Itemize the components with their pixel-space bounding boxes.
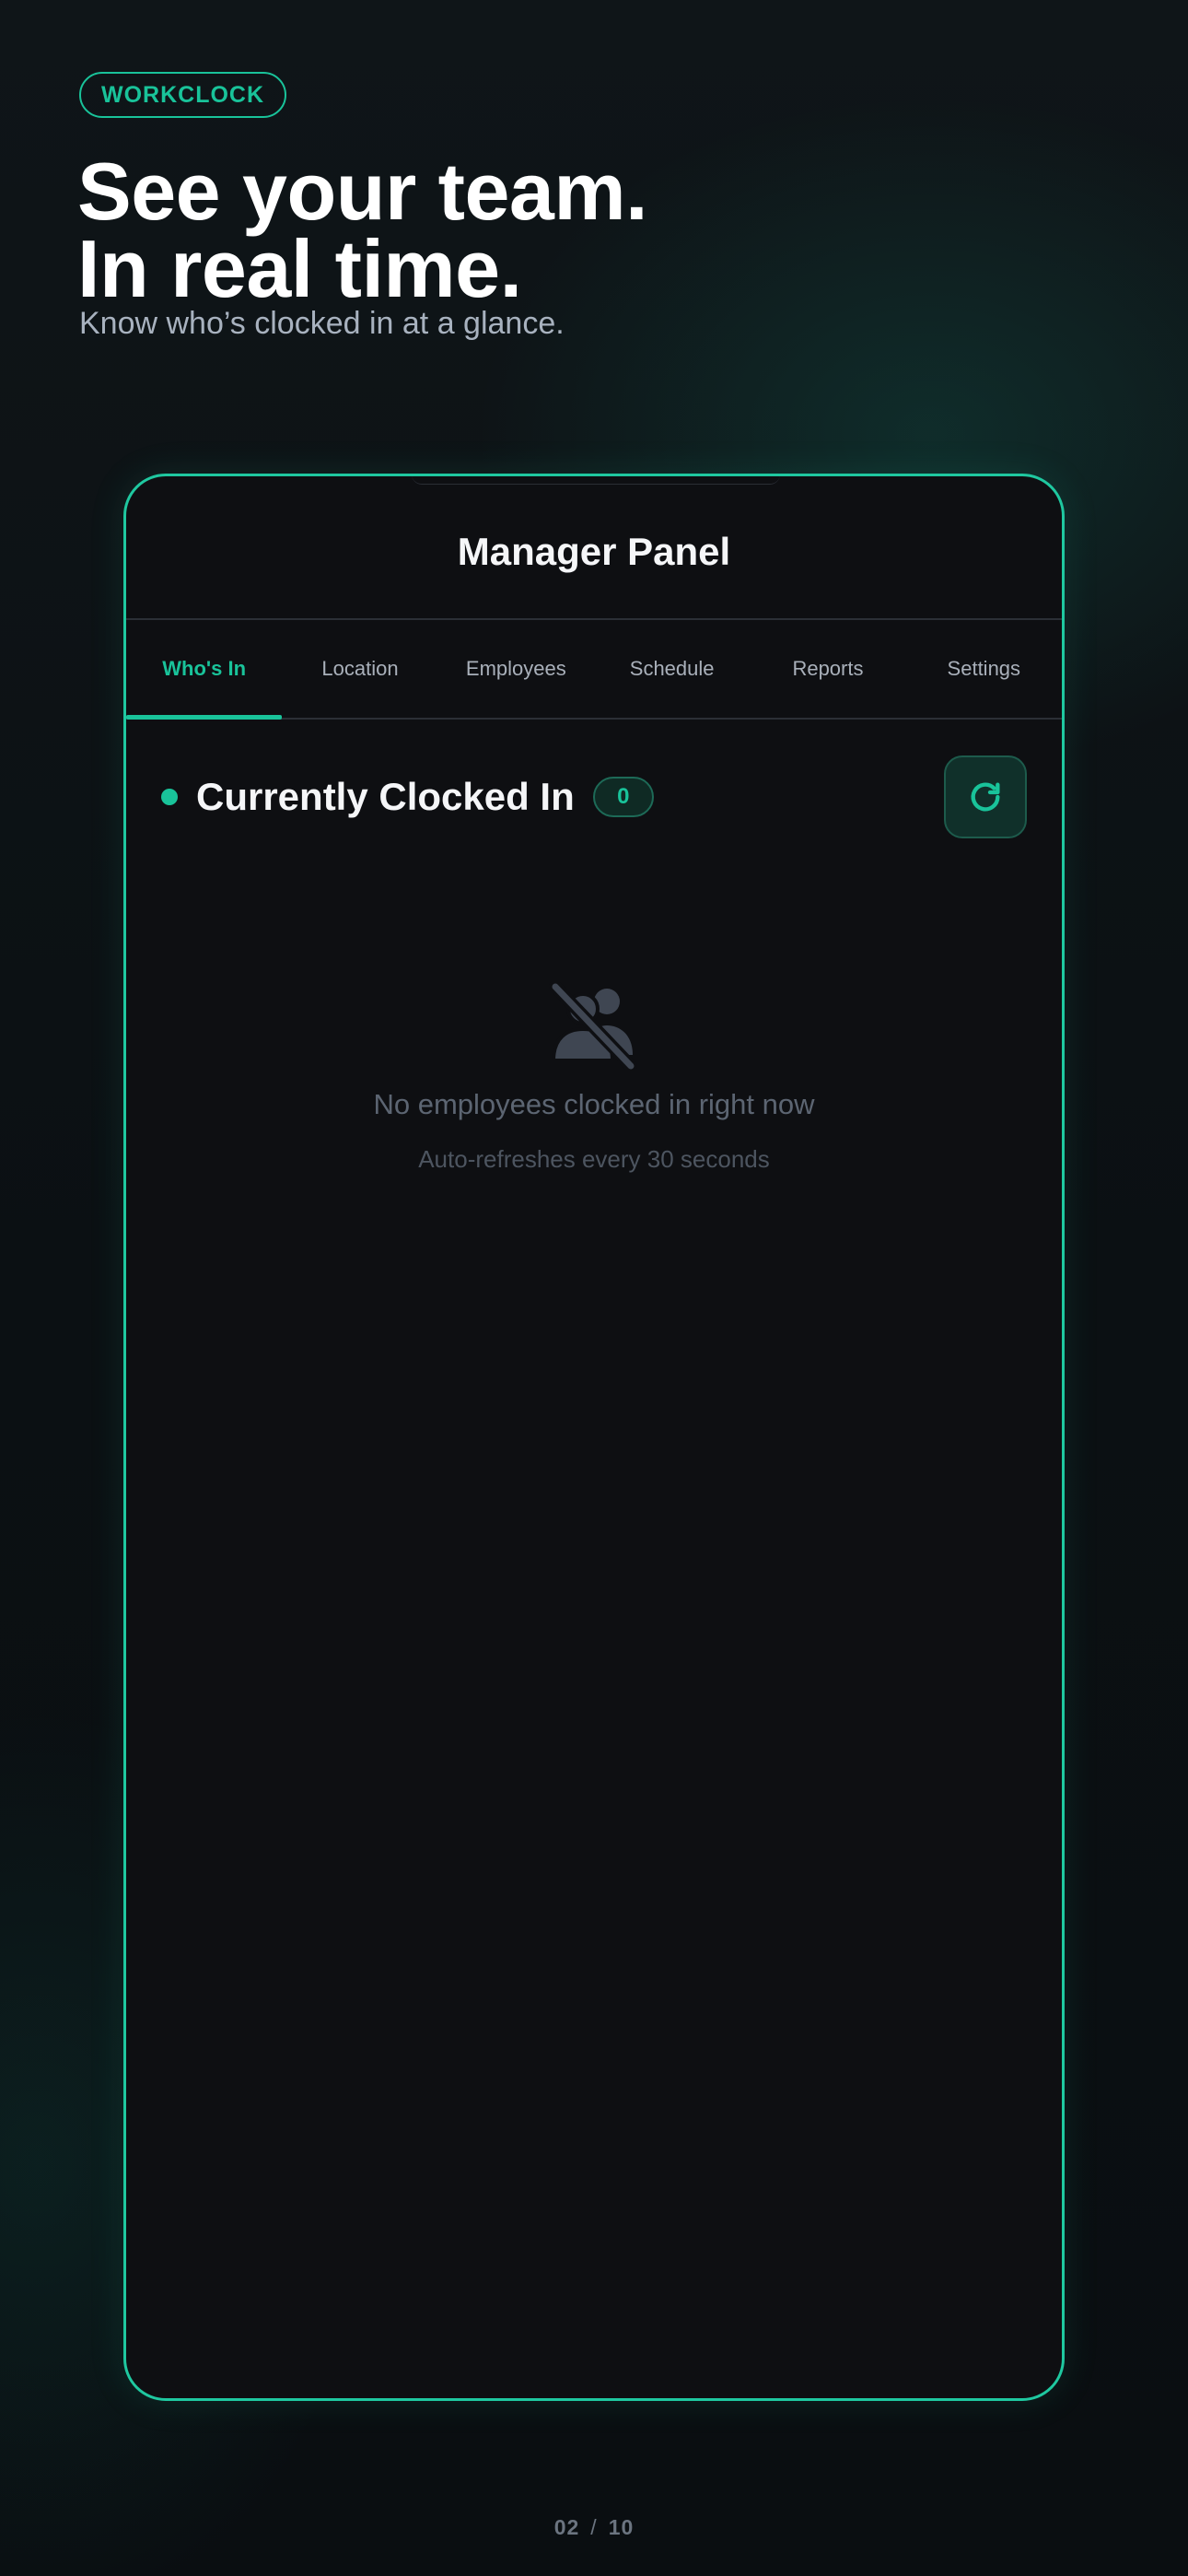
page-indicator: 02 / 10 bbox=[0, 2515, 1188, 2540]
empty-state-subtitle: Auto-refreshes every 30 seconds bbox=[418, 1145, 770, 1173]
users-slash-icon bbox=[549, 981, 637, 1070]
refresh-button[interactable] bbox=[944, 755, 1027, 838]
tab-whos-in[interactable]: Who's In bbox=[126, 620, 283, 720]
section-header: Currently Clocked In 0 bbox=[161, 753, 1027, 841]
hero-headline: See your team. In real time. bbox=[77, 146, 648, 314]
headline-line-2: In real time. bbox=[77, 223, 522, 314]
pager-current: 02 bbox=[553, 2515, 580, 2539]
pager-total: 10 bbox=[608, 2515, 635, 2539]
tab-reports[interactable]: Reports bbox=[750, 620, 905, 718]
phone-frame: Manager Panel Who's In Location Employee… bbox=[123, 474, 1065, 2401]
app-title: Manager Panel bbox=[457, 530, 731, 573]
refresh-icon bbox=[971, 782, 1000, 812]
tab-bar: Who's In Location Employees Schedule Rep… bbox=[126, 620, 1062, 720]
section-title: Currently Clocked In bbox=[196, 775, 575, 818]
empty-state: No employees clocked in right now Auto-r… bbox=[126, 981, 1062, 1174]
clocked-in-count-badge: 0 bbox=[592, 777, 654, 817]
live-status-dot bbox=[161, 789, 178, 805]
app-header: Manager Panel bbox=[126, 476, 1062, 620]
pager-separator: / bbox=[590, 2515, 598, 2539]
tab-schedule[interactable]: Schedule bbox=[594, 620, 750, 718]
tab-settings[interactable]: Settings bbox=[906, 620, 1062, 718]
brand-badge: WORKCLOCK bbox=[79, 72, 287, 118]
tab-employees[interactable]: Employees bbox=[438, 620, 594, 718]
empty-state-title: No employees clocked in right now bbox=[373, 1088, 815, 1120]
tab-location[interactable]: Location bbox=[282, 620, 437, 718]
hero-subtitle: Know who’s clocked in at a glance. bbox=[79, 306, 565, 341]
headline-line-1: See your team. bbox=[77, 146, 648, 237]
